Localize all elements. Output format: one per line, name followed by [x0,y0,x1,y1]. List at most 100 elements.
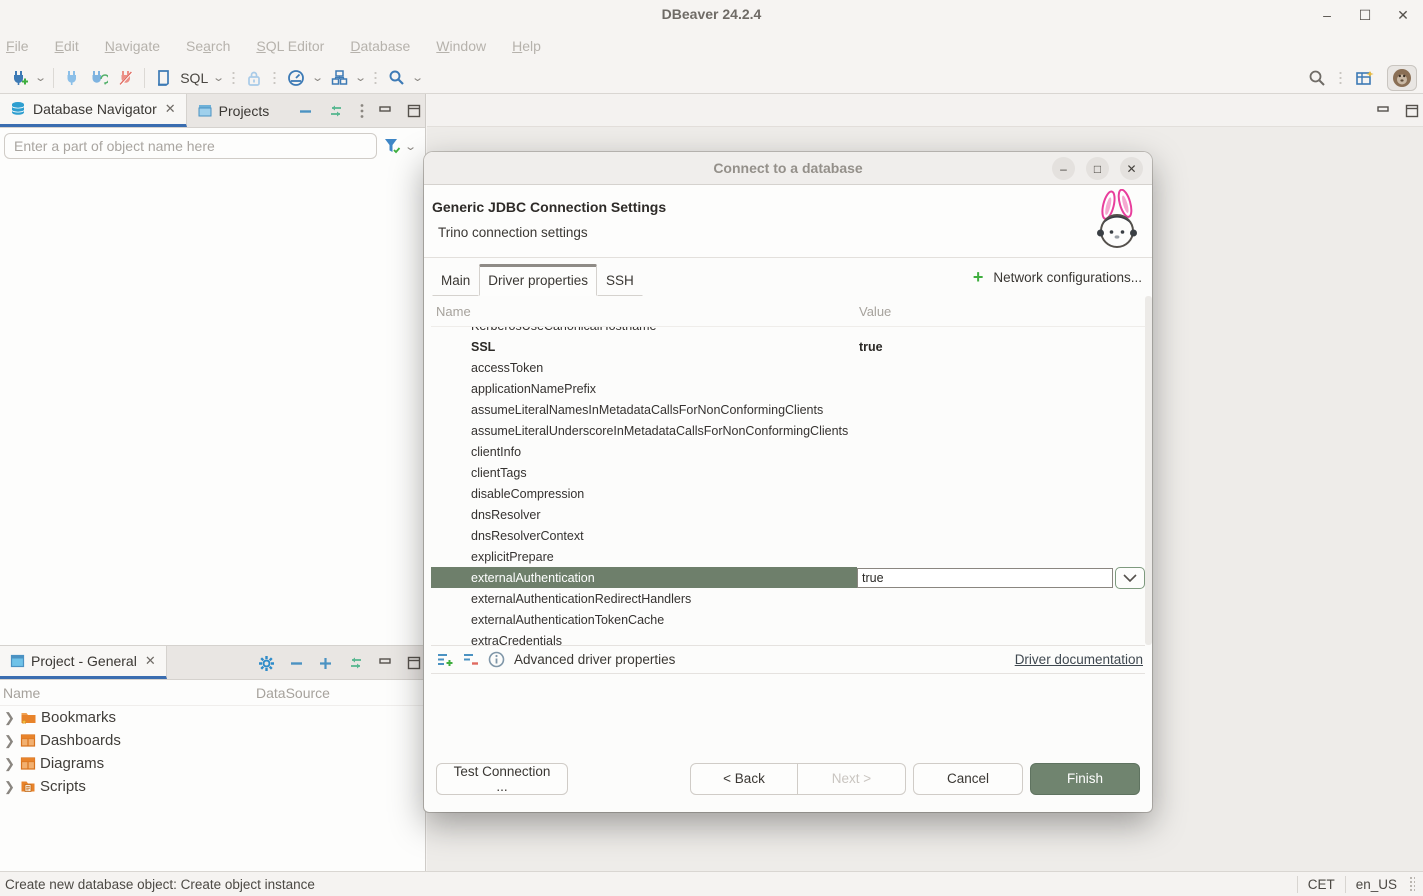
column-header-name[interactable]: Name [0,685,256,701]
expand-all-icon[interactable] [318,656,333,671]
expand-chevron-icon[interactable]: ❯ [4,756,16,772]
property-row[interactable]: extraCredentials [431,630,1145,645]
property-row[interactable]: disableCompression [431,483,1145,504]
user-avatar[interactable] [1387,65,1417,91]
driver-manager-dropdown-icon[interactable]: ⌄ [354,71,367,84]
test-connection-button[interactable]: Test Connection ... [436,763,568,795]
tree-item-scripts[interactable]: ❯Scripts [0,775,425,798]
minimize-panel-icon[interactable] [379,105,393,117]
menu-search[interactable]: Search [186,38,230,54]
property-row[interactable]: assumeLiteralUnderscoreInMetadataCallsFo… [431,420,1145,441]
maximize-panel-icon[interactable] [407,104,421,118]
sql-dropdown-icon[interactable]: ⌄ [212,71,225,84]
sql-label[interactable]: SQL [180,70,208,86]
minimize-panel-icon[interactable] [379,657,393,669]
finish-button[interactable]: Finish [1030,763,1140,795]
property-name[interactable]: dnsResolverContext [431,525,857,546]
global-search-button[interactable] [1306,67,1328,89]
close-tab-icon[interactable]: ✕ [165,101,176,117]
reconnect-button[interactable] [88,67,110,88]
property-name[interactable]: assumeLiteralNamesInMetadataCallsForNonC… [431,399,857,420]
property-name[interactable]: dnsResolver [431,504,857,525]
tree-item-bookmarks[interactable]: ❯Bookmarks [0,706,425,729]
dialog-tab-driver-properties[interactable]: Driver properties [479,264,597,296]
property-row[interactable]: clientInfo [431,441,1145,462]
menu-edit[interactable]: Edit [55,38,79,54]
cancel-button[interactable]: Cancel [913,763,1023,795]
menu-help[interactable]: Help [512,38,541,54]
menu-sql-editor[interactable]: SQL Editor [256,38,324,54]
property-row[interactable]: assumeLiteralNamesInMetadataCallsForNonC… [431,399,1145,420]
property-name[interactable]: clientTags [431,462,857,483]
new-connection-dropdown-icon[interactable]: ⌄ [34,71,47,84]
tab-database-navigator[interactable]: Database Navigator ✕ [0,94,187,127]
value-dropdown-button[interactable] [1115,567,1145,589]
object-filter-input[interactable] [4,133,377,159]
property-value-input[interactable] [857,568,1113,588]
gear-icon[interactable] [258,655,275,672]
property-row[interactable]: clientTags [431,462,1145,483]
dialog-titlebar[interactable]: Connect to a database – □ ✕ [424,152,1152,185]
expand-chevron-icon[interactable]: ❯ [4,733,16,749]
dialog-maximize-icon[interactable]: □ [1086,157,1109,180]
property-name[interactable]: accessToken [431,357,857,378]
column-header-datasource[interactable]: DataSource [256,685,330,701]
property-name[interactable]: clientInfo [431,441,857,462]
tab-project-general[interactable]: Project - General ✕ [0,646,167,679]
link-with-editor-icon[interactable] [327,104,345,118]
property-name[interactable]: assumeLiteralUnderscoreInMetadataCallsFo… [431,420,857,441]
column-header-value[interactable]: Value [859,304,891,319]
property-row[interactable]: SSLtrue [431,336,1145,357]
maximize-panel-icon[interactable] [407,656,421,670]
dashboard-button[interactable] [285,67,307,89]
menu-file[interactable]: File [6,38,29,54]
property-name[interactable]: extraCredentials [431,630,857,645]
collapse-all-icon[interactable] [289,656,304,671]
minimize-window-icon[interactable]: – [1315,3,1339,27]
add-property-icon[interactable] [437,652,454,667]
property-name[interactable]: disableCompression [431,483,857,504]
driver-documentation-link[interactable]: Driver documentation [1015,652,1143,667]
property-name[interactable]: externalAuthentication [431,567,857,588]
property-row[interactable]: accessToken [431,357,1145,378]
property-name[interactable]: applicationNamePrefix [431,378,857,399]
connect-button[interactable] [62,67,82,88]
property-row[interactable]: explicitPrepare [431,546,1145,567]
quick-search-button[interactable] [386,67,407,88]
close-window-icon[interactable]: ✕ [1391,3,1415,27]
menu-database[interactable]: Database [350,38,410,54]
dialog-close-icon[interactable]: ✕ [1120,157,1143,180]
property-name[interactable]: explicitPrepare [431,546,857,567]
new-object-button[interactable] [1353,67,1377,90]
tree-item-dashboards[interactable]: ❯Dashboards [0,729,425,752]
sql-editor-button[interactable] [153,67,174,89]
minimize-panel-icon[interactable] [1377,105,1391,117]
tab-projects[interactable]: Projects [187,94,280,127]
property-name[interactable]: SSL [431,336,857,357]
search-dropdown-chevron-icon[interactable]: ⌄ [411,71,424,84]
property-value[interactable]: true [857,340,883,354]
expand-chevron-icon[interactable]: ❯ [4,779,16,795]
close-tab-icon[interactable]: ✕ [145,653,156,669]
dialog-tab-ssh[interactable]: SSH [597,266,643,296]
link-with-editor-icon[interactable] [347,656,365,670]
dialog-minimize-icon[interactable]: – [1052,157,1075,180]
filter-settings-button[interactable]: ⌄ [383,137,421,155]
property-row[interactable]: externalAuthenticationRedirectHandlers [431,588,1145,609]
property-name[interactable]: externalAuthenticationTokenCache [431,609,857,630]
property-row[interactable]: applicationNamePrefix [431,378,1145,399]
view-menu-icon[interactable] [359,103,365,119]
property-row[interactable]: externalAuthentication [431,567,1145,588]
property-row[interactable]: dnsResolver [431,504,1145,525]
menu-navigate[interactable]: Navigate [105,38,160,54]
vertical-scrollbar[interactable] [1145,296,1152,645]
menu-window[interactable]: Window [436,38,486,54]
new-connection-button[interactable] [8,67,30,89]
property-name[interactable]: externalAuthenticationRedirectHandlers [431,588,857,609]
maximize-panel-icon[interactable] [1405,104,1419,118]
property-name[interactable]: KerberosUseCanonicalHostname [431,327,857,336]
disconnect-button[interactable] [116,67,136,88]
property-row[interactable]: dnsResolverContext [431,525,1145,546]
expand-chevron-icon[interactable]: ❯ [4,710,16,726]
property-row[interactable]: KerberosUseCanonicalHostname [431,327,1145,336]
